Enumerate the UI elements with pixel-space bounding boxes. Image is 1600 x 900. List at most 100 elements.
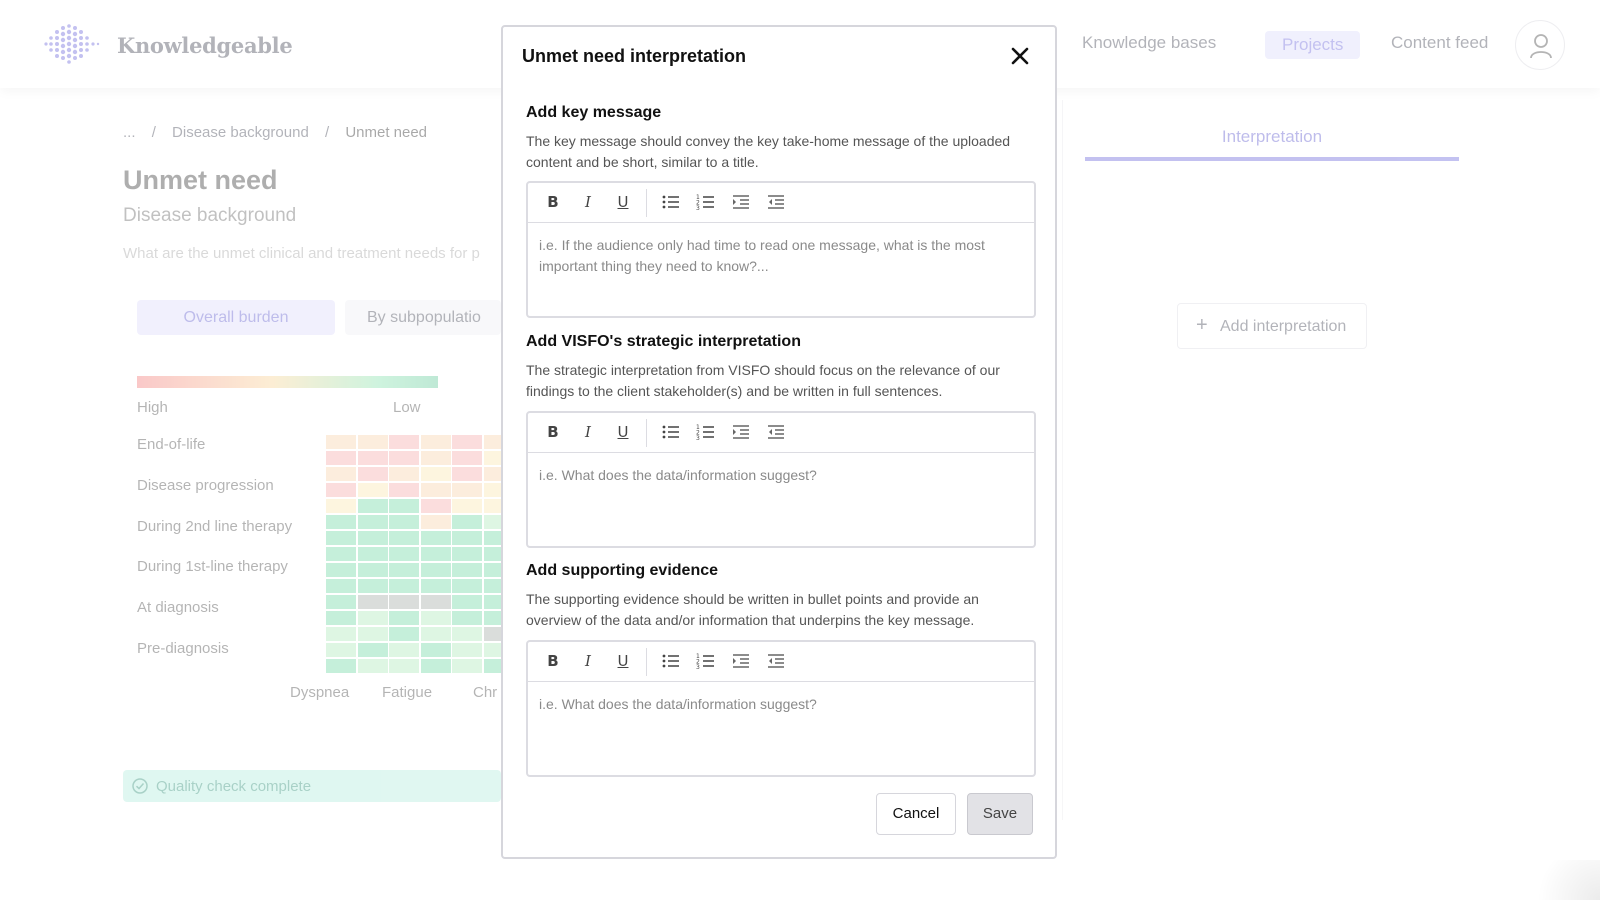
nav-projects[interactable]: Projects	[1265, 31, 1361, 59]
italic-button[interactable]: I	[577, 191, 599, 213]
heatmap-cell	[452, 515, 482, 529]
heatmap-cell	[326, 627, 356, 641]
modal-title: Unmet need interpretation	[522, 46, 747, 66]
heatmap-cell	[420, 563, 451, 577]
bold-button[interactable]: B	[542, 650, 564, 672]
heatmap-cell	[389, 483, 419, 497]
heatmap-cell	[326, 467, 356, 481]
breadcrumb-separator: /	[324, 124, 330, 141]
heatmap-row-label: During 2nd line therapy	[137, 518, 293, 535]
outdent-icon[interactable]	[765, 650, 787, 672]
numbered-list-icon[interactable]: 123	[695, 421, 717, 443]
page-subtitle: Disease background	[123, 205, 297, 226]
outdent-icon[interactable]	[765, 191, 787, 213]
heatmap-cell	[326, 515, 356, 529]
heatmap-cell	[389, 627, 419, 641]
heatmap-cell	[483, 659, 501, 673]
heatmap-cell	[483, 627, 501, 641]
strategic-interpretation-placeholder[interactable]: i.e. What does the data/information sugg…	[539, 465, 1023, 486]
heatmap-cell	[389, 659, 419, 673]
nav-content-feed[interactable]: Content feed	[1391, 33, 1488, 53]
plus-icon: +	[1196, 314, 1208, 336]
underline-button[interactable]: U	[612, 191, 634, 213]
breadcrumb-parent[interactable]: Disease background	[172, 124, 309, 141]
heatmap-cell	[357, 451, 388, 465]
page-question: What are the unmet clinical and treatmen…	[123, 245, 480, 262]
corner-shadow	[1520, 860, 1600, 900]
heatmap-col-label: Fatigue	[382, 684, 433, 701]
supporting-evidence-editor[interactable]: B I U 123 i.e. What does the data/inform…	[526, 640, 1036, 777]
supporting-evidence-placeholder[interactable]: i.e. What does the data/information sugg…	[539, 694, 1023, 715]
underline-button[interactable]: U	[612, 421, 634, 443]
editor-toolbar: B I U 123	[528, 413, 1034, 453]
key-message-editor[interactable]: B I U 123 i.e. If the audience only had …	[526, 181, 1036, 318]
heatmap-cell	[326, 483, 356, 497]
heatmap-cell	[483, 563, 501, 577]
bullet-list-icon[interactable]	[660, 421, 682, 443]
heatmap-cell	[483, 499, 501, 513]
heatmap-cell	[389, 467, 419, 481]
heatmap-cell	[357, 579, 388, 593]
italic-button[interactable]: I	[577, 421, 599, 443]
tab-overall-burden[interactable]: Overall burden	[137, 300, 335, 335]
breadcrumb-current: Unmet need	[345, 124, 428, 141]
indent-icon[interactable]	[730, 421, 752, 443]
numbered-list-icon[interactable]: 123	[695, 191, 717, 213]
heatmap-cell	[452, 579, 482, 593]
heatmap-cell	[389, 451, 419, 465]
heatmap-cell	[452, 611, 482, 625]
bold-button[interactable]: B	[542, 191, 564, 213]
italic-button[interactable]: I	[577, 650, 599, 672]
outdent-icon[interactable]	[765, 421, 787, 443]
key-message-placeholder[interactable]: i.e. If the audience only had time to re…	[539, 235, 1023, 277]
bold-button[interactable]: B	[542, 421, 564, 443]
heatmap-cell	[326, 499, 356, 513]
heatmap-cell	[389, 435, 419, 449]
heatmap-cell	[420, 483, 451, 497]
save-button[interactable]: Save	[967, 793, 1033, 835]
strategic-interpretation-editor[interactable]: B I U 123 i.e. What does the data/inform…	[526, 411, 1036, 548]
svg-text:3: 3	[696, 664, 700, 671]
bullet-list-icon[interactable]	[660, 650, 682, 672]
cancel-button[interactable]: Cancel	[876, 793, 956, 835]
interpretation-modal: Unmet need interpretation Add key messag…	[501, 25, 1057, 859]
heatmap-cell	[420, 467, 451, 481]
user-avatar-button[interactable]	[1515, 20, 1565, 70]
heatmap-cell	[452, 499, 482, 513]
heatmap-cell	[420, 531, 451, 545]
indent-icon[interactable]	[730, 191, 752, 213]
heatmap-cell	[389, 499, 419, 513]
tab-by-subpopulation[interactable]: By subpopulatio	[345, 300, 501, 335]
indent-icon[interactable]	[730, 650, 752, 672]
add-interpretation-button[interactable]: + Add interpretation	[1177, 303, 1367, 349]
quality-check-label: Quality check complete	[156, 778, 312, 795]
underline-button[interactable]: U	[612, 650, 634, 672]
heatmap-cell	[357, 595, 388, 609]
heatmap-cell	[326, 595, 356, 609]
add-interpretation-label: Add interpretation	[1220, 318, 1347, 335]
heatmap-cell	[420, 515, 451, 529]
heatmap-cell	[326, 563, 356, 577]
heatmap-cell	[452, 547, 482, 561]
numbered-list-icon[interactable]: 123	[695, 650, 717, 672]
editor-toolbar: B I U 123	[528, 183, 1034, 223]
legend-high-label: High	[137, 399, 168, 416]
heatmap-cell	[483, 547, 501, 561]
heatmap-cell	[452, 595, 482, 609]
heatmap-cell	[326, 451, 356, 465]
editor-toolbar: B I U 123	[528, 642, 1034, 682]
heatmap-cell	[357, 659, 388, 673]
breadcrumb-ellipsis[interactable]: ...	[123, 124, 136, 141]
heatmap-cell	[357, 499, 388, 513]
section-title-key-message: Add key message	[526, 104, 662, 121]
bullet-list-icon[interactable]	[660, 191, 682, 213]
heatmap-cell	[357, 547, 388, 561]
nav-knowledge-bases[interactable]: Knowledge bases	[1082, 33, 1216, 53]
tab-interpretation[interactable]: Interpretation	[1085, 127, 1459, 147]
heatmap-cell	[483, 611, 501, 625]
close-icon[interactable]	[1008, 44, 1032, 68]
heatmap-cell	[357, 643, 388, 657]
heatmap-cell	[420, 595, 451, 609]
heatmap-cell	[389, 531, 419, 545]
heatmap-col-label: Chr	[473, 684, 498, 701]
